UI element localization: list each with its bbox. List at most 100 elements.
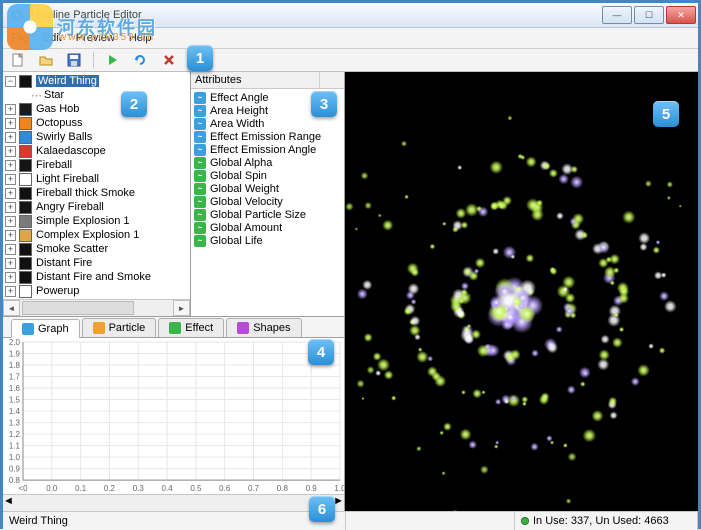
open-button[interactable]: [35, 50, 57, 70]
tab-effect[interactable]: Effect: [158, 318, 224, 337]
menu-preview[interactable]: Preview: [76, 32, 115, 44]
attribute-row[interactable]: ~Area Height: [194, 104, 344, 117]
tab-icon: [93, 322, 105, 334]
scroll-right-icon[interactable]: ►: [333, 495, 344, 511]
graph-area[interactable]: 2.01.91.81.71.61.51.41.31.21.11.00.90.8<…: [3, 338, 344, 494]
scroll-right-icon[interactable]: ►: [173, 300, 190, 316]
window-titlebar: Timeline Particle Editor — ☐ ✕: [3, 3, 698, 28]
svg-text:1.2: 1.2: [9, 430, 21, 439]
attribute-row[interactable]: ~Global Particle Size: [194, 208, 344, 221]
tree-item[interactable]: Simple Explosion 1: [5, 214, 190, 228]
preview-viewport[interactable]: [345, 72, 698, 511]
effect-swatch-icon: [19, 117, 32, 130]
attribute-row[interactable]: ~Global Weight: [194, 182, 344, 195]
tab-particle[interactable]: Particle: [82, 318, 157, 337]
expand-icon[interactable]: [5, 244, 16, 255]
svg-text:1.8: 1.8: [9, 361, 21, 370]
effects-tree[interactable]: Weird Thing⋯StarGas HobOctopussSwirly Ba…: [3, 72, 190, 299]
expand-icon[interactable]: [5, 118, 16, 129]
loop-button[interactable]: [130, 50, 152, 70]
graph-h-scrollbar[interactable]: ◄ ►: [3, 494, 344, 511]
attribute-row[interactable]: ~Global Life: [194, 234, 344, 247]
new-button[interactable]: [7, 50, 29, 70]
tree-item[interactable]: Fireball thick Smoke: [5, 186, 190, 200]
attribute-angle-icon: ~: [194, 92, 206, 104]
svg-text:1.1: 1.1: [9, 442, 21, 451]
attribute-label: Area Height: [210, 105, 268, 117]
tree-item[interactable]: Distant Fire: [5, 256, 190, 270]
tree-item[interactable]: Powerup: [5, 284, 190, 298]
expand-icon[interactable]: [5, 104, 16, 115]
attribute-row[interactable]: ~Area Width: [194, 117, 344, 130]
expand-icon[interactable]: [5, 132, 16, 143]
window-title: Timeline Particle Editor: [29, 9, 602, 21]
expand-icon[interactable]: [5, 230, 16, 241]
attribute-row[interactable]: ~ Effect Angle: [194, 91, 344, 104]
tree-item[interactable]: Fireball: [5, 158, 190, 172]
tree-item[interactable]: Complex Explosion 1: [5, 228, 190, 242]
expand-icon[interactable]: [5, 216, 16, 227]
tab-icon: [22, 323, 34, 335]
svg-text:1.4: 1.4: [9, 407, 21, 416]
app-icon: [9, 7, 25, 23]
save-button[interactable]: [63, 50, 85, 70]
effect-swatch-icon: [19, 229, 32, 242]
attribute-row[interactable]: ~Effect Emission Range: [194, 130, 344, 143]
expand-icon[interactable]: [5, 286, 16, 297]
tree-item[interactable]: Gas Hob: [5, 102, 190, 116]
tab-graph[interactable]: Graph: [11, 319, 80, 338]
expand-icon[interactable]: [5, 160, 16, 171]
tree-item[interactable]: Swirly Balls: [5, 130, 190, 144]
maximize-button[interactable]: ☐: [634, 6, 664, 24]
tree-item[interactable]: Powerup 2: [5, 298, 190, 299]
tree-item[interactable]: Angry Fireball: [5, 200, 190, 214]
tree-item[interactable]: Smoke Scatter: [5, 242, 190, 256]
attribute-row[interactable]: ~Global Alpha: [194, 156, 344, 169]
menu-edit[interactable]: Edit: [43, 32, 62, 44]
svg-text:0.1: 0.1: [75, 484, 87, 493]
scroll-left-icon[interactable]: ◄: [3, 300, 20, 316]
attributes-list[interactable]: ~Effect Angle~Area Height~Area Width~Eff…: [191, 89, 344, 316]
minimize-button[interactable]: —: [602, 6, 632, 24]
tree-item-label: Light Fireball: [36, 173, 99, 185]
tree-item-label: Complex Explosion 1: [36, 229, 139, 241]
expand-icon[interactable]: [5, 272, 16, 283]
attribute-label: Effect Emission Range: [210, 131, 321, 143]
svg-text:0.7: 0.7: [248, 484, 260, 493]
expand-icon[interactable]: [5, 146, 16, 157]
tree-h-scrollbar[interactable]: ◄ ►: [3, 299, 190, 316]
effect-swatch-icon: [19, 215, 32, 228]
attribute-row[interactable]: ~Global Velocity: [194, 195, 344, 208]
menu-file[interactable]: File: [11, 32, 29, 44]
collapse-icon[interactable]: [5, 76, 16, 87]
close-button[interactable]: ✕: [666, 6, 696, 24]
effect-swatch-icon: [19, 159, 32, 172]
scroll-left-icon[interactable]: ◄: [3, 495, 14, 511]
expand-icon[interactable]: [5, 174, 16, 185]
play-button[interactable]: [102, 50, 124, 70]
tree-child-item[interactable]: ⋯Star: [5, 88, 190, 102]
tab-icon: [237, 322, 249, 334]
tree-item[interactable]: Light Fireball: [5, 172, 190, 186]
expand-icon[interactable]: [5, 258, 16, 269]
tab-shapes[interactable]: Shapes: [226, 318, 301, 337]
expand-icon[interactable]: [5, 188, 16, 199]
status-indicator-icon: [521, 517, 529, 525]
scroll-thumb[interactable]: [22, 301, 134, 315]
attribute-row[interactable]: ~Global Spin: [194, 169, 344, 182]
stop-button[interactable]: [158, 50, 180, 70]
tree-item[interactable]: Distant Fire and Smoke: [5, 270, 190, 284]
expand-icon[interactable]: [5, 202, 16, 213]
effect-swatch-icon: [19, 131, 32, 144]
attribute-label: Effect Angle: [210, 92, 269, 104]
attributes-pane: Attributes ~ Effect Angle~Area Height~Are…: [191, 72, 344, 316]
tree-item[interactable]: Octopuss: [5, 116, 190, 130]
status-particle-count: In Use: 337, Un Used: 4663: [533, 515, 669, 527]
tree-item[interactable]: Weird Thing: [5, 74, 190, 88]
menu-help[interactable]: Help: [129, 32, 152, 44]
tree-item[interactable]: Kalaedascope: [5, 144, 190, 158]
attribute-row[interactable]: ~Effect Emission Angle: [194, 143, 344, 156]
attributes-header[interactable]: Attributes: [191, 72, 344, 89]
svg-text:1.3: 1.3: [9, 419, 21, 428]
attribute-row[interactable]: ~Global Amount: [194, 221, 344, 234]
